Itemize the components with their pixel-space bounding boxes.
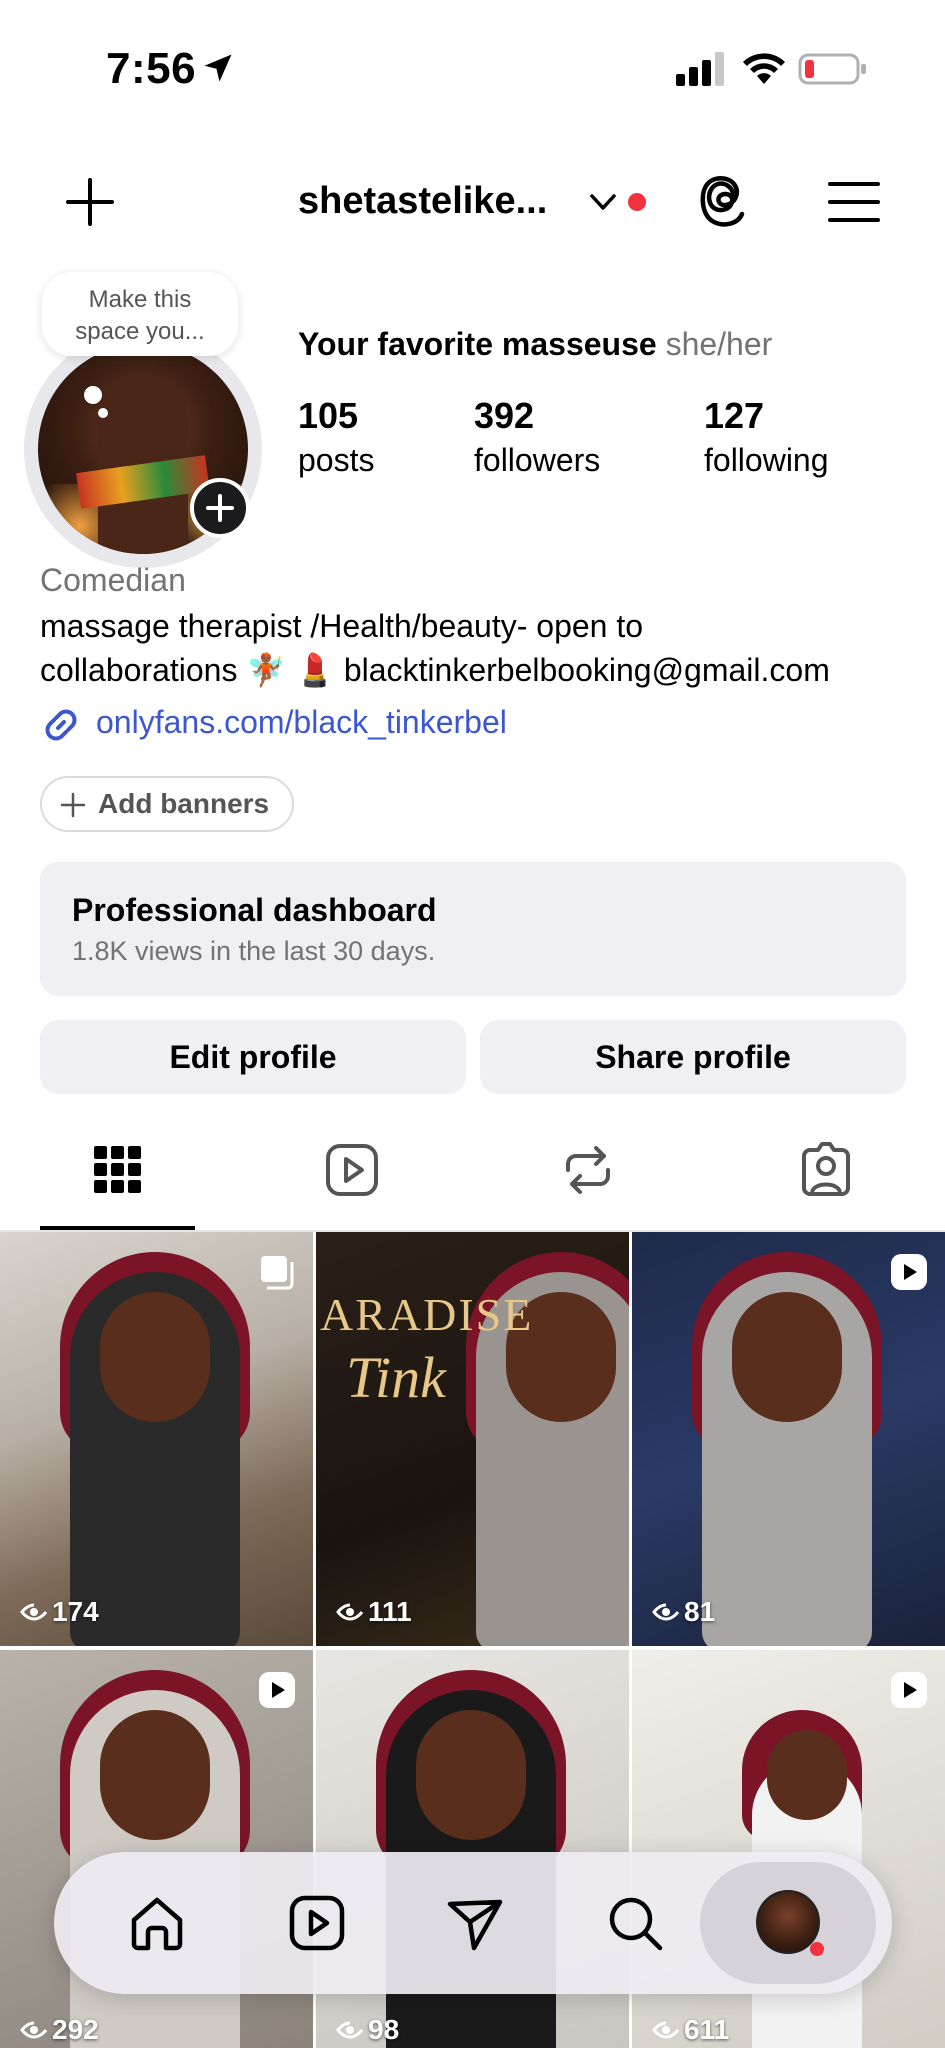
note-line-2: space you... xyxy=(75,318,205,345)
post-photo-face xyxy=(767,1730,847,1820)
views-value: 174 xyxy=(52,1596,99,1627)
tab-reposts[interactable] xyxy=(558,1140,618,1200)
add-banners-label: Add banners xyxy=(98,788,270,819)
display-name-text: Your favorite masseuse xyxy=(298,326,657,362)
pronouns: she/her xyxy=(665,326,773,362)
post-view-count: 174 xyxy=(20,1596,99,1628)
tab-grid[interactable] xyxy=(88,1140,148,1200)
stat-posts[interactable]: 105 posts xyxy=(298,394,374,482)
dashboard-title: Professional dashboard xyxy=(72,892,437,928)
post-photo-face xyxy=(416,1710,526,1840)
bottom-nav xyxy=(54,1852,892,1994)
post-photo-face xyxy=(100,1710,210,1840)
share-profile-button[interactable]: Share profile xyxy=(480,1020,906,1094)
views-value: 98 xyxy=(368,2014,400,2045)
stat-posts-label: posts xyxy=(298,442,375,478)
battery-low-icon xyxy=(798,53,866,85)
profile-tabs xyxy=(0,1130,945,1232)
post-thumbnail[interactable]: 81 xyxy=(632,1232,945,1646)
stat-followers-label: followers xyxy=(474,442,601,478)
threads-icon[interactable] xyxy=(694,172,752,232)
post-view-count: 111 xyxy=(336,1596,412,1628)
status-bar: 7:56 xyxy=(0,0,945,140)
plus-icon xyxy=(206,494,234,522)
stat-posts-value: 105 xyxy=(298,395,359,436)
reel-icon xyxy=(891,1254,927,1290)
post-overlay-title: ARADISE xyxy=(320,1289,534,1340)
stat-following-value: 127 xyxy=(704,395,765,436)
add-banners-button[interactable]: Add banners xyxy=(40,776,294,832)
professional-dashboard[interactable]: Professional dashboard 1.8K views in the… xyxy=(40,862,906,996)
username[interactable]: shetastelike... xyxy=(298,180,547,223)
tab-tagged[interactable] xyxy=(796,1140,856,1200)
bio-line-2[interactable]: collaborations 🧚🏾 💄 blacktinkerbelbookin… xyxy=(40,648,920,692)
post-view-count: 98 xyxy=(336,2014,399,2046)
views-value: 111 xyxy=(368,1596,412,1627)
post-photo-face xyxy=(100,1292,210,1422)
note-bubble-tail-small xyxy=(98,408,108,418)
post-thumbnail[interactable]: 174 xyxy=(0,1232,313,1646)
post-photo-face xyxy=(732,1292,842,1422)
stat-following[interactable]: 127 following xyxy=(704,394,829,482)
send-icon[interactable] xyxy=(444,1892,506,1954)
link-icon xyxy=(45,709,77,741)
views-icon xyxy=(652,1603,680,1621)
note-bubble[interactable]: Make this space you... xyxy=(42,272,238,356)
views-icon xyxy=(20,2021,48,2039)
views-icon xyxy=(20,1603,48,1621)
menu-icon[interactable] xyxy=(826,178,882,226)
note-bubble-tail xyxy=(84,386,102,404)
reel-icon xyxy=(891,1672,927,1708)
bio: massage therapist /Health/beauty- open t… xyxy=(40,604,920,692)
tab-reels[interactable] xyxy=(322,1140,382,1200)
edit-profile-button[interactable]: Edit profile xyxy=(40,1020,466,1094)
multi-post-icon xyxy=(261,1256,294,1290)
chevron-down-icon[interactable] xyxy=(588,188,618,216)
reels-icon[interactable] xyxy=(286,1892,348,1954)
cellular-signal-icon xyxy=(676,52,724,86)
notification-dot xyxy=(810,1942,824,1956)
note-line-1: Make this xyxy=(88,286,192,313)
post-view-count: 81 xyxy=(652,1596,715,1628)
bio-line-1: massage therapist /Health/beauty- open t… xyxy=(40,608,644,644)
plus-icon xyxy=(60,792,86,818)
stat-followers-value: 392 xyxy=(474,395,535,436)
wifi-icon xyxy=(743,53,785,84)
views-value: 611 xyxy=(684,2014,730,2045)
views-icon xyxy=(652,2021,680,2039)
stat-followers[interactable]: 392 followers xyxy=(474,394,600,482)
create-plus-icon[interactable] xyxy=(62,174,118,230)
reel-icon xyxy=(259,1672,295,1708)
profile-category: Comedian xyxy=(40,562,186,598)
status-time: 7:56 xyxy=(106,44,197,93)
views-value: 292 xyxy=(52,2014,99,2045)
views-icon xyxy=(336,1603,364,1621)
post-view-count: 611 xyxy=(652,2014,729,2046)
notification-dot xyxy=(628,193,646,211)
add-story-button[interactable] xyxy=(190,478,250,538)
bio-link-text[interactable]: onlyfans.com/black_tinkerbel xyxy=(96,704,507,741)
views-icon xyxy=(336,2021,364,2039)
display-name: Your favorite masseuse she/her xyxy=(298,326,772,363)
search-icon[interactable] xyxy=(604,1892,666,1954)
stat-following-label: following xyxy=(704,442,829,478)
post-view-count: 292 xyxy=(20,2014,99,2046)
post-overlay-subtitle: Tink xyxy=(346,1345,446,1410)
location-arrow-icon xyxy=(204,54,232,82)
profile-header: shetastelike... xyxy=(0,160,945,244)
post-thumbnail[interactable]: ARADISE Tink 111 xyxy=(316,1232,629,1646)
dashboard-subtitle: 1.8K views in the last 30 days. xyxy=(72,936,436,966)
views-value: 81 xyxy=(684,1596,716,1627)
home-icon[interactable] xyxy=(126,1892,188,1954)
